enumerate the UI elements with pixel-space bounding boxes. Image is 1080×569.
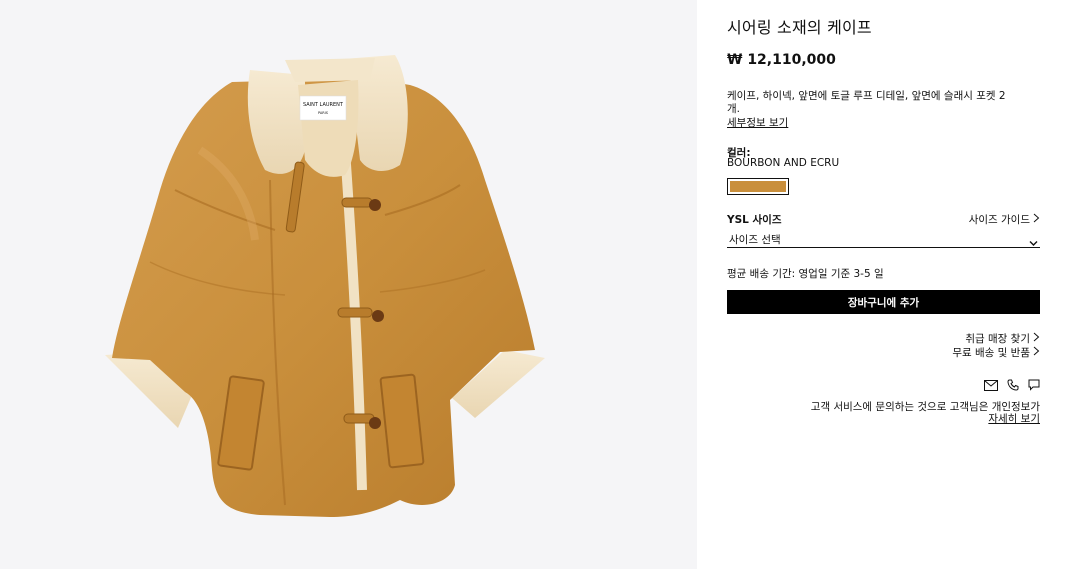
chevron-down-icon <box>1029 232 1038 251</box>
find-store-label: 취급 매장 찾기 <box>965 332 1030 345</box>
product-title: 시어링 소재의 케이프 <box>727 18 872 37</box>
free-shipping-link[interactable]: 무료 배송 및 반품 <box>952 346 1040 360</box>
chevron-right-icon <box>1033 332 1040 346</box>
phone-icon[interactable] <box>1007 376 1019 395</box>
size-select[interactable]: 사이즈 선택 <box>727 229 1040 248</box>
mail-icon[interactable] <box>984 376 998 395</box>
chevron-right-icon <box>1033 213 1040 226</box>
product-label-brand: SAINT LAURENT <box>303 102 344 108</box>
details-link[interactable]: 세부정보 보기 <box>727 115 788 130</box>
size-guide-link[interactable]: 사이즈 가이드 <box>969 212 1040 227</box>
product-price: ₩ 12,110,000 <box>727 52 836 68</box>
product-image: SAINT LAURENT PARIS <box>105 55 545 517</box>
service-links: 취급 매장 찾기 무료 배송 및 반품 <box>952 332 1040 360</box>
find-store-link[interactable]: 취급 매장 찾기 <box>952 332 1040 346</box>
color-swatch-fill <box>730 181 786 192</box>
delivery-info: 평균 배송 기간: 영업일 기준 3-5 일 <box>727 268 884 280</box>
color-swatch[interactable] <box>727 178 789 195</box>
free-shipping-label: 무료 배송 및 반품 <box>952 346 1030 359</box>
chevron-right-icon <box>1033 346 1040 360</box>
contact-icons <box>984 376 1040 395</box>
chat-icon[interactable] <box>1028 376 1040 395</box>
size-guide-label: 사이즈 가이드 <box>968 214 1030 226</box>
product-info-panel: 시어링 소재의 케이프 ₩ 12,110,000 케이프, 하이넥, 앞면에 토… <box>727 0 1040 569</box>
color-value: BOURBON AND ECRU <box>727 157 840 169</box>
add-to-cart-button[interactable]: 장바구니에 추가 <box>727 290 1040 314</box>
size-label: YSL 사이즈 <box>727 214 782 226</box>
size-select-value: 사이즈 선택 <box>729 234 781 246</box>
privacy-text: 고객 서비스에 문의하는 것으로 고객님은 개인정보가 <box>810 401 1040 413</box>
privacy-more-link[interactable]: 자세히 보기 <box>740 413 1040 425</box>
product-label-city: PARIS <box>318 111 329 115</box>
product-image-panel: SAINT LAURENT PARIS <box>0 0 697 569</box>
privacy-notice: 고객 서비스에 문의하는 것으로 고객님은 개인정보가 자세히 보기 <box>740 401 1040 425</box>
product-description: 케이프, 하이넥, 앞면에 토글 루프 디테일, 앞면에 슬래시 포켓 2개. <box>727 90 1006 115</box>
